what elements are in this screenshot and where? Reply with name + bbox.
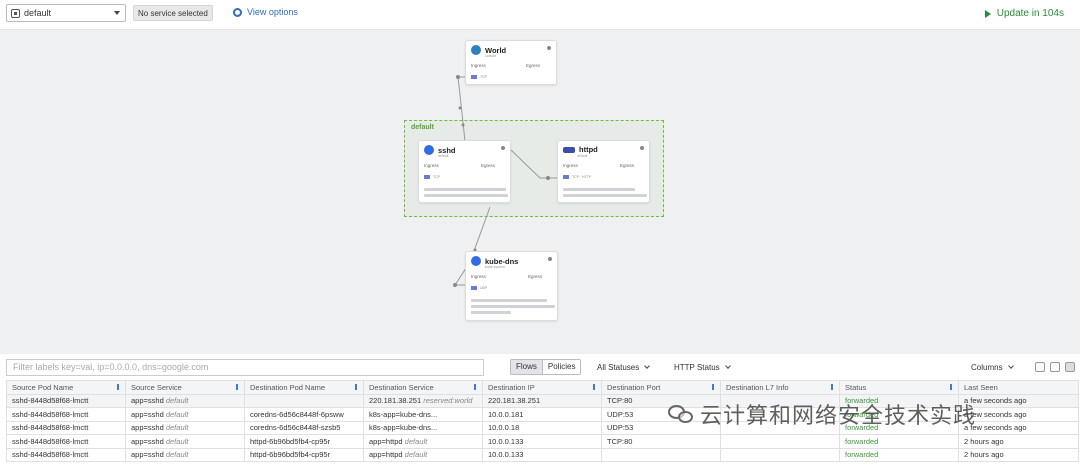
layout-top-icon[interactable] [1035,362,1045,372]
update-label: Update in 104s [996,8,1064,19]
label-line [471,311,511,314]
node-subtitle: kube-system [485,265,505,269]
apache-icon [563,146,575,153]
node-title: httpd [579,145,598,154]
column-header[interactable]: Source Pod Name [6,380,126,395]
layout-bottom-icon[interactable] [1065,362,1075,372]
protocol-chip-icon [471,286,477,290]
protocol-label: TCP [480,75,487,79]
column-header[interactable]: Destination Pod Name [244,380,364,395]
node-menu-icon[interactable] [547,46,551,50]
kubernetes-icon [424,145,434,155]
namespace-icon [11,8,20,18]
egress-label: Egress [481,163,496,168]
tab-policies[interactable]: Policies [541,360,581,374]
node-menu-icon[interactable] [501,146,505,150]
http-status-label: HTTP Status [674,363,720,372]
table-row[interactable]: sshd-8448d58f68-lmctt app=sshd default h… [6,434,1079,449]
chevron-down-icon [644,363,651,369]
node-subtitle: outside [485,54,497,58]
watermark-text: 云计算和网络安全技术实践 [700,404,977,429]
flows-toolbar: Filter labels key=val, ip=0.0.0.0, dns=g… [0,354,1080,380]
sort-icon [950,384,952,390]
status-dropdown[interactable]: All Statuses [597,363,651,372]
node-menu-icon[interactable] [640,146,644,150]
egress-label: Egress [526,63,541,68]
tab-flows[interactable]: Flows [511,360,542,374]
chevron-down-icon [1007,363,1014,369]
http-status-dropdown[interactable]: HTTP Status [674,363,731,372]
sort-icon [712,384,714,390]
node-subtitle: default [577,154,588,158]
status-dropdown-label: All Statuses [597,363,640,372]
column-header[interactable]: Destination Port [601,380,721,395]
protocol-label: UDP [480,286,488,290]
label-line [424,194,508,197]
link-marker [456,75,460,79]
link-marker [461,123,465,127]
column-header[interactable]: Destination L7 Info [720,380,840,395]
kubernetes-icon [471,256,481,266]
table-header-row: Source Pod Name Source Service Destinati… [6,380,1079,395]
column-header[interactable]: Source Service [125,380,245,395]
column-header[interactable]: Destination IP [482,380,602,395]
namespace-select[interactable]: default [6,4,126,22]
egress-label: Egress [620,163,635,168]
node-sshd[interactable]: sshd default Ingress Egress TCP [418,140,511,203]
play-icon [984,9,991,18]
view-options-button[interactable]: View options [233,7,298,17]
sort-icon [236,384,238,390]
egress-label: Egress [528,274,543,279]
top-bar: default No service selected View options… [0,0,1080,30]
ingress-label: Ingress [563,163,578,168]
link-marker [453,283,457,287]
ingress-label: Ingress [471,274,486,279]
node-subtitle: default [438,154,449,158]
protocol-label: TCP [433,175,440,179]
gear-icon [233,7,242,17]
chevron-down-icon [724,363,731,369]
sort-icon [117,384,119,390]
ingress-label: Ingress [424,163,439,168]
node-httpd[interactable]: httpd default Ingress Egress TCP · HTTP [557,140,650,203]
filter-input[interactable]: Filter labels key=val, ip=0.0.0.0, dns=g… [6,359,484,376]
service-map-canvas[interactable]: default World outside Ingress Egress TCP… [0,30,1080,354]
link-marker [458,106,462,110]
ingress-label: Ingress [471,63,486,68]
label-line [424,188,506,191]
update-button[interactable]: Update in 104s [984,8,1064,19]
link-sshd-httpd [510,149,557,179]
namespace-value: default [24,8,52,18]
label-line [471,305,555,308]
sort-icon [474,384,476,390]
node-world[interactable]: World outside Ingress Egress TCP [465,40,557,85]
sort-icon [355,384,357,390]
protocol-chip-icon [471,75,477,79]
sort-icon [593,384,595,390]
wechat-icon [668,403,694,425]
columns-dropdown[interactable]: Columns [971,363,1014,372]
caret-down-icon [114,11,120,15]
protocol-label: TCP · HTTP [572,175,592,179]
column-header[interactable]: Last Seen [958,380,1079,395]
column-header[interactable]: Destination Service [363,380,483,395]
flows-policies-toggle: Flows Policies [510,359,582,375]
protocol-chip-icon [424,175,430,179]
label-line [471,299,547,302]
protocol-chip-icon [563,175,569,179]
label-line [563,194,647,197]
view-options-label: View options [247,7,298,17]
node-kube-dns[interactable]: kube-dns kube-system Ingress Egress UDP [465,251,558,321]
link-marker [546,176,550,180]
sort-icon [831,384,833,390]
table-row[interactable]: sshd-8448d58f68-lmctt app=sshd default h… [6,447,1079,462]
layout-split-icon[interactable] [1050,362,1060,372]
columns-label: Columns [971,363,1003,372]
service-badge: No service selected [133,5,213,21]
globe-icon [471,45,481,55]
watermark: 云计算和网络安全技术实践 [668,398,976,430]
node-menu-icon[interactable] [548,257,552,261]
label-line [563,188,635,191]
column-header[interactable]: Status [839,380,959,395]
